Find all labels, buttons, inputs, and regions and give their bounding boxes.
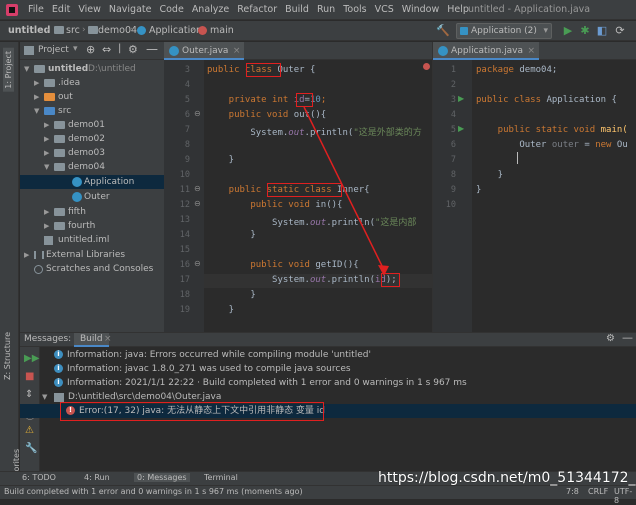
- annotation-arrow: [303, 106, 389, 276]
- watermark-url: https://blog.csdn.net/m0_51344172_: [378, 470, 636, 486]
